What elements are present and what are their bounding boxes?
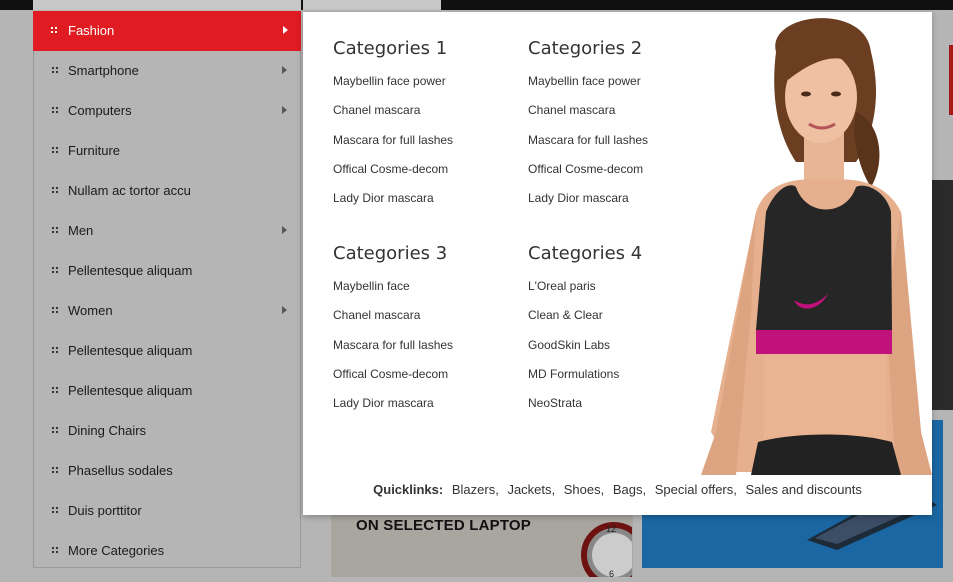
grip-dots-icon [52,387,59,394]
category-link[interactable]: Offical Cosme-decom [528,162,718,176]
category-column-4: Categories 4 L'Oreal paris Clean & Clear… [528,243,718,425]
sidebar-item[interactable]: More Categories [34,531,300,571]
sidebar-item[interactable]: Phasellus sodales [34,451,300,491]
category-link[interactable]: MD Formulations [528,367,718,381]
category-link[interactable]: Chanel mascara [333,308,523,322]
sidebar-item[interactable]: Dining Chairs [34,411,300,451]
svg-text:12: 12 [606,524,616,534]
chevron-right-icon [282,66,287,74]
sidebar-item[interactable]: Computers [34,91,300,131]
quicklink[interactable]: Bags, [613,482,646,497]
category-link[interactable]: NeoStrata [528,396,718,410]
category-heading[interactable]: Categories 4 [528,243,718,264]
category-link[interactable]: Mascara for full lashes [333,338,523,352]
category-link[interactable]: Chanel mascara [528,103,718,117]
watch-image: 12 6 [566,515,647,582]
grip-dots-icon [52,347,59,354]
grip-dots-icon [52,467,59,474]
sidebar-item-label: Computers [68,103,132,118]
sidebar-item-label: Pellentesque aliquam [68,383,193,398]
sidebar-item-label: Women [68,303,113,318]
background-banner-red [949,45,953,115]
category-link[interactable]: Maybellin face power [333,74,523,88]
banner-laptop-text: ON SELECTED LAPTOP [356,517,532,534]
quicklinks-bar: Quicklinks: Blazers, Jackets, Shoes, Bag… [303,482,932,497]
quicklink[interactable]: Jackets, [507,482,555,497]
category-link[interactable]: Maybellin face power [528,74,718,88]
category-column-2: Categories 2 Maybellin face power Chanel… [528,38,718,220]
background-banner-dark [932,180,953,410]
grip-dots-icon [52,427,59,434]
top-bar-segment [33,0,301,10]
sidebar-item[interactable]: Nullam ac tortor accu [34,171,300,211]
grip-dots-icon [52,507,59,514]
sidebar-item[interactable]: Women [34,291,300,331]
sidebar-item[interactable]: Duis porttitor [34,491,300,531]
category-column-3: Categories 3 Maybellin face Chanel masca… [333,243,523,425]
top-bar-segment [303,0,441,10]
category-link[interactable]: L'Oreal paris [528,279,718,293]
sidebar-item-label: Dining Chairs [68,423,147,438]
category-link[interactable]: Offical Cosme-decom [333,367,523,381]
category-heading[interactable]: Categories 1 [333,38,523,59]
grip-dots-icon [51,27,58,34]
quicklink[interactable]: Special offers, [655,482,737,497]
sidebar-item-label: Pellentesque aliquam [68,263,193,278]
sidebar-item[interactable]: Pellentesque aliquam [34,371,300,411]
category-heading[interactable]: Categories 3 [333,243,523,264]
grip-dots-icon [52,227,59,234]
grip-dots-icon [52,187,59,194]
category-sidebar: Fashion Smartphone Computers Furniture Nulla… [33,11,301,568]
top-bar [0,0,953,10]
grip-dots-icon [52,147,59,154]
sidebar-item[interactable]: Fashion [33,11,301,51]
sidebar-item[interactable]: Men [34,211,300,251]
chevron-right-icon [283,26,288,34]
category-link[interactable]: Clean & Clear [528,308,718,322]
category-link[interactable]: Maybellin face [333,279,523,293]
sidebar-item-label: Furniture [68,143,121,158]
quicklink[interactable]: Sales and discounts [746,482,862,497]
sidebar-item[interactable]: Pellentesque aliquam [34,331,300,371]
mega-menu-panel: Categories 1 Maybellin face power Chanel… [303,12,932,515]
sidebar-item-label: Fashion [68,23,115,38]
sidebar-item[interactable]: Furniture [34,131,300,171]
category-link[interactable]: GoodSkin Labs [528,338,718,352]
category-link[interactable]: Lady Dior mascara [333,396,523,410]
grip-dots-icon [52,67,59,74]
quicklinks-label: Quicklinks: [373,482,444,497]
grip-dots-icon [52,267,59,274]
category-link[interactable]: Mascara for full lashes [333,133,523,147]
grip-dots-icon [52,307,59,314]
chevron-right-icon [282,106,287,114]
grip-dots-icon [52,107,59,114]
sidebar-item-label: Smartphone [68,63,139,78]
sidebar-item[interactable]: Pellentesque aliquam [34,251,300,291]
sidebar-item-label: More Categories [68,543,165,558]
sidebar-item-label: Duis porttitor [68,503,142,518]
category-heading[interactable]: Categories 2 [528,38,718,59]
grip-dots-icon [52,547,59,554]
svg-text:6: 6 [609,569,614,577]
sidebar-item-label: Men [68,223,94,238]
category-link[interactable]: Offical Cosme-decom [333,162,523,176]
sidebar-item-label: Nullam ac tortor accu [68,183,191,198]
category-link[interactable]: Lady Dior mascara [528,191,718,205]
sidebar-item-label: Pellentesque aliquam [68,343,193,358]
quicklink[interactable]: Blazers, [452,482,499,497]
category-link[interactable]: Chanel mascara [333,103,523,117]
category-link[interactable]: Lady Dior mascara [333,191,523,205]
fashion-model-image [701,18,932,475]
category-link[interactable]: Mascara for full lashes [528,133,718,147]
sidebar-item-label: Phasellus sodales [68,463,173,478]
chevron-right-icon [282,226,287,234]
quicklink[interactable]: Shoes, [564,482,604,497]
chevron-right-icon [282,306,287,314]
category-column-1: Categories 1 Maybellin face power Chanel… [333,38,523,220]
sidebar-item[interactable]: Smartphone [34,51,300,91]
